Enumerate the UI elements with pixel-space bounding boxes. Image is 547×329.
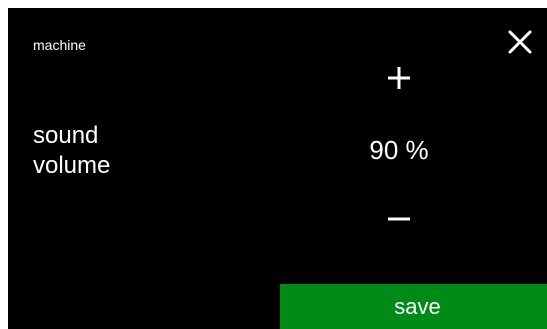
volume-value: 90 % [369,135,429,165]
decrease-volume-button[interactable] [379,199,419,239]
increase-volume-button[interactable] [379,58,419,98]
close-button[interactable] [502,24,538,60]
close-icon [508,30,532,54]
save-button[interactable]: save [280,284,547,329]
setting-label-line-2: volume [33,152,111,179]
setting-label: sound volume [33,121,110,181]
settings-screen: machine sound volume 90 % save [8,8,547,329]
breadcrumb: machine [33,37,86,53]
setting-label-line-1: sound [33,122,99,149]
plus-icon [388,67,410,89]
minus-icon [388,217,410,221]
